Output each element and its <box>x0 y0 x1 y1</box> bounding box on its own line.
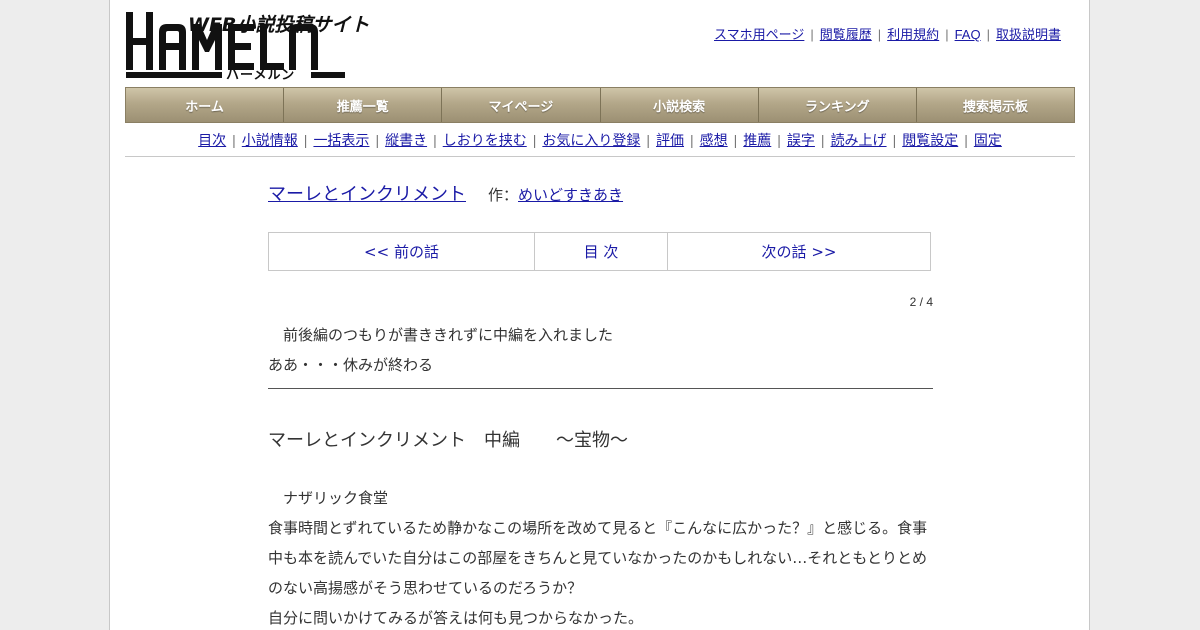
sub-nav-bookmark[interactable]: しおりを挟む <box>443 130 527 150</box>
logo-kana: ハーメルン <box>226 68 296 83</box>
separator: | <box>964 131 968 148</box>
separator: | <box>892 131 897 148</box>
next-chapter-link[interactable]: 次の話 >> <box>668 233 930 270</box>
top-links: スマホ用ページ | 閲覧履歴 | 利用規約 | FAQ | 取扱説明書 <box>714 24 1061 43</box>
sub-nav-typo[interactable]: 誤字 <box>787 130 815 150</box>
prev-chapter-link[interactable]: << 前の話 <box>269 233 535 270</box>
separator: | <box>777 131 781 148</box>
body-paragraph: 食事時間とずれているため静かなこの場所を改めて見ると『こんなに広かった？』と感じ… <box>268 519 928 537</box>
nav-home[interactable]: ホーム <box>126 88 285 122</box>
preface-line: ああ・・・休みが終わる <box>268 356 434 374</box>
sub-nav-show-all[interactable]: 一括表示 <box>313 130 369 150</box>
logo-tagline: WEB小説投稿サイト <box>188 14 370 36</box>
separator: | <box>733 131 738 148</box>
nav-search-board[interactable]: 捜索掲示板 <box>916 88 1075 122</box>
page-frame: WEB小説投稿サイト ハーメルン スマホ用ページ | 閲覧履歴 | 利用規約 | FAQ | 取… <box>109 0 1090 630</box>
preface: 前後編のつもりが書ききれずに中編を入れました ああ・・・休みが終わる <box>268 320 933 389</box>
top-link-smartphone[interactable]: スマホ用ページ <box>714 27 804 42</box>
sub-nav-vertical[interactable]: 縦書き <box>385 130 427 150</box>
sub-nav-recommend[interactable]: 推薦 <box>743 130 771 150</box>
title-line: マーレとインクリメント 作：めいどすきあき <box>268 180 933 216</box>
novel-title-link[interactable]: マーレとインクリメント <box>268 184 466 205</box>
separator: | <box>232 131 236 148</box>
sub-nav-novel-info[interactable]: 小説情報 <box>242 130 298 150</box>
separator: | <box>945 27 949 42</box>
top-link-manual[interactable]: 取扱説明書 <box>996 27 1061 42</box>
sub-nav-view-settings[interactable]: 閲覧設定 <box>902 130 958 150</box>
body-paragraph: ナザリック食堂 <box>268 489 389 507</box>
separator: | <box>303 131 308 148</box>
nav-novel-search[interactable]: 小説検索 <box>600 88 759 122</box>
sub-nav-read-aloud[interactable]: 読み上げ <box>831 130 887 150</box>
sub-nav-favorite[interactable]: お気に入り登録 <box>542 130 640 150</box>
body-paragraph: 自分に問いかけてみるが答えは何も見つからなかった。 <box>268 609 644 627</box>
main-nav: ホーム 推薦一覧 マイページ 小説検索 ランキング 捜索掲示板 <box>125 87 1075 123</box>
separator: | <box>820 131 825 148</box>
separator: | <box>690 131 694 148</box>
nav-ranking[interactable]: ランキング <box>758 88 917 122</box>
top-link-terms[interactable]: 利用規約 <box>887 27 939 42</box>
nav-recommendations[interactable]: 推薦一覧 <box>284 88 443 122</box>
separator: | <box>375 131 380 148</box>
chapter-title: マーレとインクリメント 中編 ～宝物～ <box>268 430 628 451</box>
sub-nav: 目次 | 小説情報 | 一括表示 | 縦書き | しおりを挟む | お気に入り登録 | 評価 | 感想 | 推薦… <box>125 123 1075 157</box>
body-paragraph: 中も本を読んでいた自分はこの部屋をきちんと見ていなかったのかもしれない…それとも… <box>268 549 927 567</box>
separator: | <box>646 131 650 148</box>
sub-nav-toc[interactable]: 目次 <box>198 130 226 150</box>
sub-nav-comments[interactable]: 感想 <box>700 130 728 150</box>
separator: | <box>877 27 882 42</box>
body-paragraph: のない高揚感がそう思わせているのだろうか？ <box>268 579 583 597</box>
separator: | <box>986 27 990 42</box>
sub-nav-pin[interactable]: 固定 <box>974 130 1002 150</box>
top-link-faq[interactable]: FAQ <box>955 27 981 42</box>
novel-content: マーレとインクリメント 作：めいどすきあき << 前の話 目 次 次の話 >> 2… <box>268 180 933 627</box>
sub-nav-rating[interactable]: 評価 <box>656 130 684 150</box>
page-count: 2 / 4 <box>909 295 933 309</box>
site-logo[interactable]: WEB小説投稿サイト ハーメルン <box>126 10 369 83</box>
separator: | <box>810 27 814 42</box>
nav-mypage[interactable]: マイページ <box>442 88 601 122</box>
author-link[interactable]: めいどすきあき <box>518 186 623 204</box>
separator: | <box>433 131 437 148</box>
author-prefix: 作： <box>488 186 519 204</box>
top-link-history[interactable]: 閲覧履歴 <box>820 27 872 42</box>
toc-link[interactable]: 目 次 <box>535 233 668 270</box>
separator: | <box>532 131 537 148</box>
chapter-nav: << 前の話 目 次 次の話 >> <box>268 232 931 271</box>
body-text: ナザリック食堂 食事時間とずれているため静かなこの場所を改めて見ると『こんなに広… <box>268 483 933 630</box>
preface-line: 前後編のつもりが書ききれずに中編を入れました <box>268 326 614 344</box>
